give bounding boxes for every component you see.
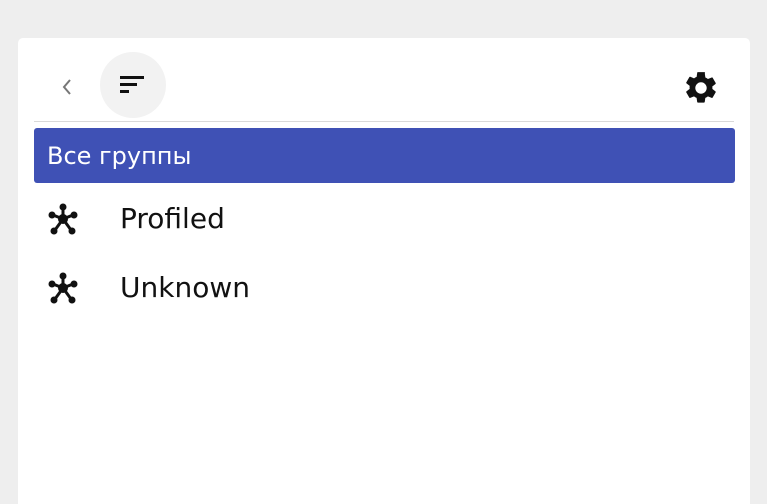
- group-item-label: Все группы: [47, 141, 192, 170]
- toolbar-divider: [34, 121, 734, 122]
- sort-filter-icon: [120, 76, 144, 93]
- chevron-left-icon: [62, 79, 71, 95]
- settings-button[interactable]: [681, 68, 721, 108]
- group-item-label: Profiled: [120, 201, 225, 235]
- toolbar: [18, 38, 750, 122]
- group-item-profiled[interactable]: Profiled: [34, 190, 735, 246]
- group-item-unknown[interactable]: Unknown: [34, 259, 735, 315]
- group-list: Все группы Profiled Unknown: [34, 128, 735, 328]
- back-button[interactable]: [56, 72, 78, 102]
- gear-icon: [686, 72, 716, 103]
- network-group-icon: [46, 202, 80, 236]
- network-group-icon: [46, 271, 80, 305]
- groups-panel: Все группы Profiled Unknown: [18, 38, 750, 504]
- group-item-all[interactable]: Все группы: [34, 128, 735, 183]
- group-item-label: Unknown: [120, 270, 250, 304]
- filter-button[interactable]: [100, 52, 166, 118]
